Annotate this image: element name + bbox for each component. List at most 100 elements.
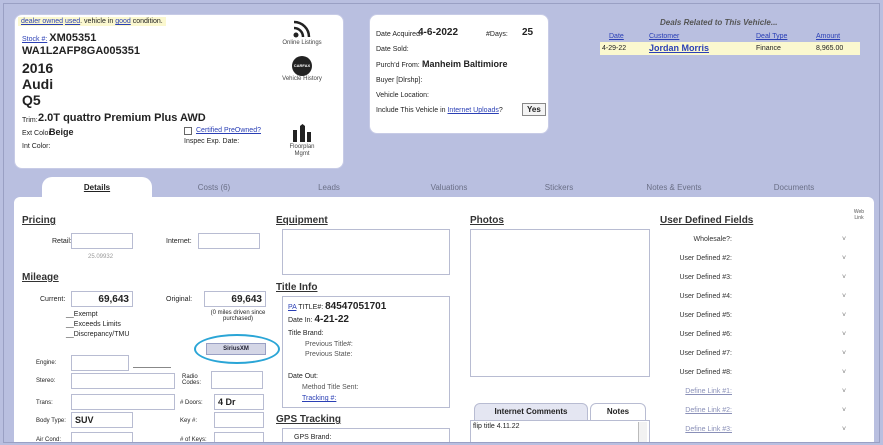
gps-brand-label: GPS Brand: bbox=[294, 434, 332, 441]
deals-col-date[interactable]: Date bbox=[609, 33, 624, 40]
certified-link[interactable]: Certified PreOwned? bbox=[196, 127, 261, 134]
doors-label: # Doors: bbox=[180, 400, 203, 406]
web-link-label: Web Link bbox=[853, 209, 865, 221]
user-defined-label: User Defined #7: bbox=[679, 350, 732, 357]
days-value: 25 bbox=[522, 27, 534, 38]
define-link-label[interactable]: Define Link #1: bbox=[632, 388, 732, 395]
user-defined-label: User Defined #3: bbox=[679, 274, 732, 281]
stock-link[interactable]: Stock #: bbox=[22, 36, 47, 43]
stereo-input[interactable] bbox=[71, 373, 175, 389]
floorplan-button[interactable]: Floorplan Mgmt bbox=[282, 124, 322, 158]
num-keys-input[interactable] bbox=[214, 432, 264, 442]
define-link-label[interactable]: Define Link #3: bbox=[632, 426, 732, 433]
chevron-down-icon[interactable]: ˅ bbox=[838, 255, 850, 262]
user-defined-select[interactable] bbox=[738, 327, 838, 343]
trans-input[interactable] bbox=[71, 394, 175, 410]
tab-valuations[interactable]: Valuations bbox=[404, 183, 494, 192]
chevron-down-icon[interactable]: ˅ bbox=[838, 293, 850, 300]
prev-state-label: Previous State: bbox=[305, 351, 353, 358]
siriusxm-button[interactable]: SiriusXM bbox=[206, 343, 266, 355]
body-type-input[interactable]: SUV bbox=[71, 412, 133, 428]
deals-col-amount[interactable]: Amount bbox=[816, 33, 840, 40]
dealer-owned-link[interactable]: dealer owned bbox=[21, 18, 63, 25]
deal-customer-link[interactable]: Jordan Morris bbox=[649, 43, 709, 53]
online-listings-button[interactable]: Online Listings bbox=[282, 20, 322, 47]
buyer-label: Buyer [Dlrshp]: bbox=[376, 77, 423, 84]
user-defined-label: User Defined #2: bbox=[679, 255, 732, 262]
chevron-down-icon[interactable]: ˅ bbox=[838, 331, 850, 338]
pa-link[interactable]: PA bbox=[288, 304, 296, 311]
define-link-input[interactable] bbox=[738, 384, 838, 400]
tracking-link[interactable]: Tracking #: bbox=[302, 395, 336, 402]
date-acquired-label: Date Acquired: bbox=[376, 31, 422, 38]
define-link-input[interactable] bbox=[738, 422, 838, 438]
retail-input[interactable] bbox=[71, 233, 133, 249]
define-link-label[interactable]: Define Link #2: bbox=[632, 407, 732, 414]
user-defined-select[interactable] bbox=[738, 289, 838, 305]
good-link[interactable]: good bbox=[115, 18, 131, 25]
date-out-label: Date Out: bbox=[288, 373, 318, 380]
chevron-down-icon[interactable]: ˅ bbox=[838, 236, 850, 243]
include-row: Include This Vehicle in Internet Uploads… bbox=[376, 107, 503, 114]
chevron-down-icon[interactable]: ˅ bbox=[838, 388, 850, 395]
radio-codes-input[interactable] bbox=[211, 371, 263, 389]
chevron-down-icon[interactable]: ˅ bbox=[838, 274, 850, 281]
purchased-from-label: Purch'd From: bbox=[376, 62, 420, 69]
tab-stickers[interactable]: Stickers bbox=[514, 183, 604, 192]
user-defined-select[interactable] bbox=[738, 232, 838, 248]
used-link[interactable]: used bbox=[65, 18, 80, 25]
tab-costs[interactable]: Costs (6) bbox=[169, 183, 259, 192]
comments-textarea[interactable]: flip title 4.11.22 bbox=[470, 420, 650, 442]
num-keys-label: # of Keys: bbox=[180, 437, 207, 443]
vehicle-history-button[interactable]: CARFAX Vehicle History bbox=[282, 56, 322, 83]
date-acquired-value: 4-6-2022 bbox=[418, 27, 459, 38]
tab-details[interactable]: Details bbox=[52, 183, 142, 192]
air-cond-input[interactable] bbox=[71, 432, 133, 442]
pricing-title: Pricing bbox=[22, 215, 56, 226]
certified-checkbox[interactable] bbox=[184, 127, 192, 135]
current-mileage-input[interactable]: 69,643 bbox=[71, 291, 133, 307]
chevron-down-icon[interactable]: ˅ bbox=[838, 312, 850, 319]
chevron-down-icon[interactable]: ˅ bbox=[838, 350, 850, 357]
deals-col-type[interactable]: Deal Type bbox=[756, 33, 787, 40]
original-label: Original: bbox=[166, 296, 193, 303]
photos-box[interactable] bbox=[470, 229, 650, 377]
comments-tab[interactable]: Internet Comments bbox=[474, 403, 588, 421]
radio-codes-label: Radio Codes: bbox=[182, 374, 202, 386]
exceeds-option[interactable]: __Exceeds Limits bbox=[66, 321, 121, 328]
user-defined-select[interactable] bbox=[738, 365, 838, 381]
key-label: Key #: bbox=[180, 418, 198, 424]
user-defined-select[interactable] bbox=[738, 346, 838, 362]
exempt-option[interactable]: __Exempt bbox=[66, 311, 98, 318]
include-yes-button[interactable]: Yes bbox=[522, 103, 546, 116]
key-input[interactable] bbox=[214, 412, 264, 428]
deal-date: 4-29-22 bbox=[602, 45, 627, 52]
user-defined-label: Wholesale?: bbox=[693, 236, 732, 243]
retail-label: Retail: bbox=[52, 238, 72, 245]
tab-documents[interactable]: Documents bbox=[749, 183, 839, 192]
internet-label: Internet: bbox=[166, 238, 192, 245]
tab-leads[interactable]: Leads bbox=[284, 183, 374, 192]
tab-notes-events[interactable]: Notes & Events bbox=[629, 183, 719, 192]
purchased-from-value: Manheim Baltimiore bbox=[422, 59, 508, 69]
user-defined-select[interactable] bbox=[738, 270, 838, 286]
discrepancy-option[interactable]: __Discrepancy/TMU bbox=[66, 331, 129, 338]
chevron-down-icon[interactable]: ˅ bbox=[838, 407, 850, 414]
user-defined-label: User Defined #6: bbox=[679, 331, 732, 338]
chevron-down-icon[interactable]: ˅ bbox=[838, 426, 850, 433]
internet-input[interactable] bbox=[198, 233, 260, 249]
define-link-input[interactable] bbox=[738, 403, 838, 419]
chevron-down-icon[interactable]: ˅ bbox=[838, 369, 850, 376]
user-defined-select[interactable] bbox=[738, 251, 838, 267]
original-mileage-input[interactable]: 69,643 bbox=[204, 291, 266, 307]
engine-input[interactable] bbox=[71, 355, 129, 371]
deals-col-customer[interactable]: Customer bbox=[649, 33, 679, 40]
user-defined-select[interactable] bbox=[738, 308, 838, 324]
title-info-title: Title Info bbox=[276, 282, 318, 293]
stock-number: XM05351 bbox=[49, 32, 97, 44]
equipment-box[interactable] bbox=[282, 229, 450, 275]
user-defined-label: User Defined #5: bbox=[679, 312, 732, 319]
doors-input[interactable]: 4 Dr bbox=[214, 394, 264, 410]
internet-uploads-link[interactable]: Internet Uploads bbox=[447, 107, 498, 114]
stock-row: Stock #: XM05351 bbox=[22, 32, 96, 44]
